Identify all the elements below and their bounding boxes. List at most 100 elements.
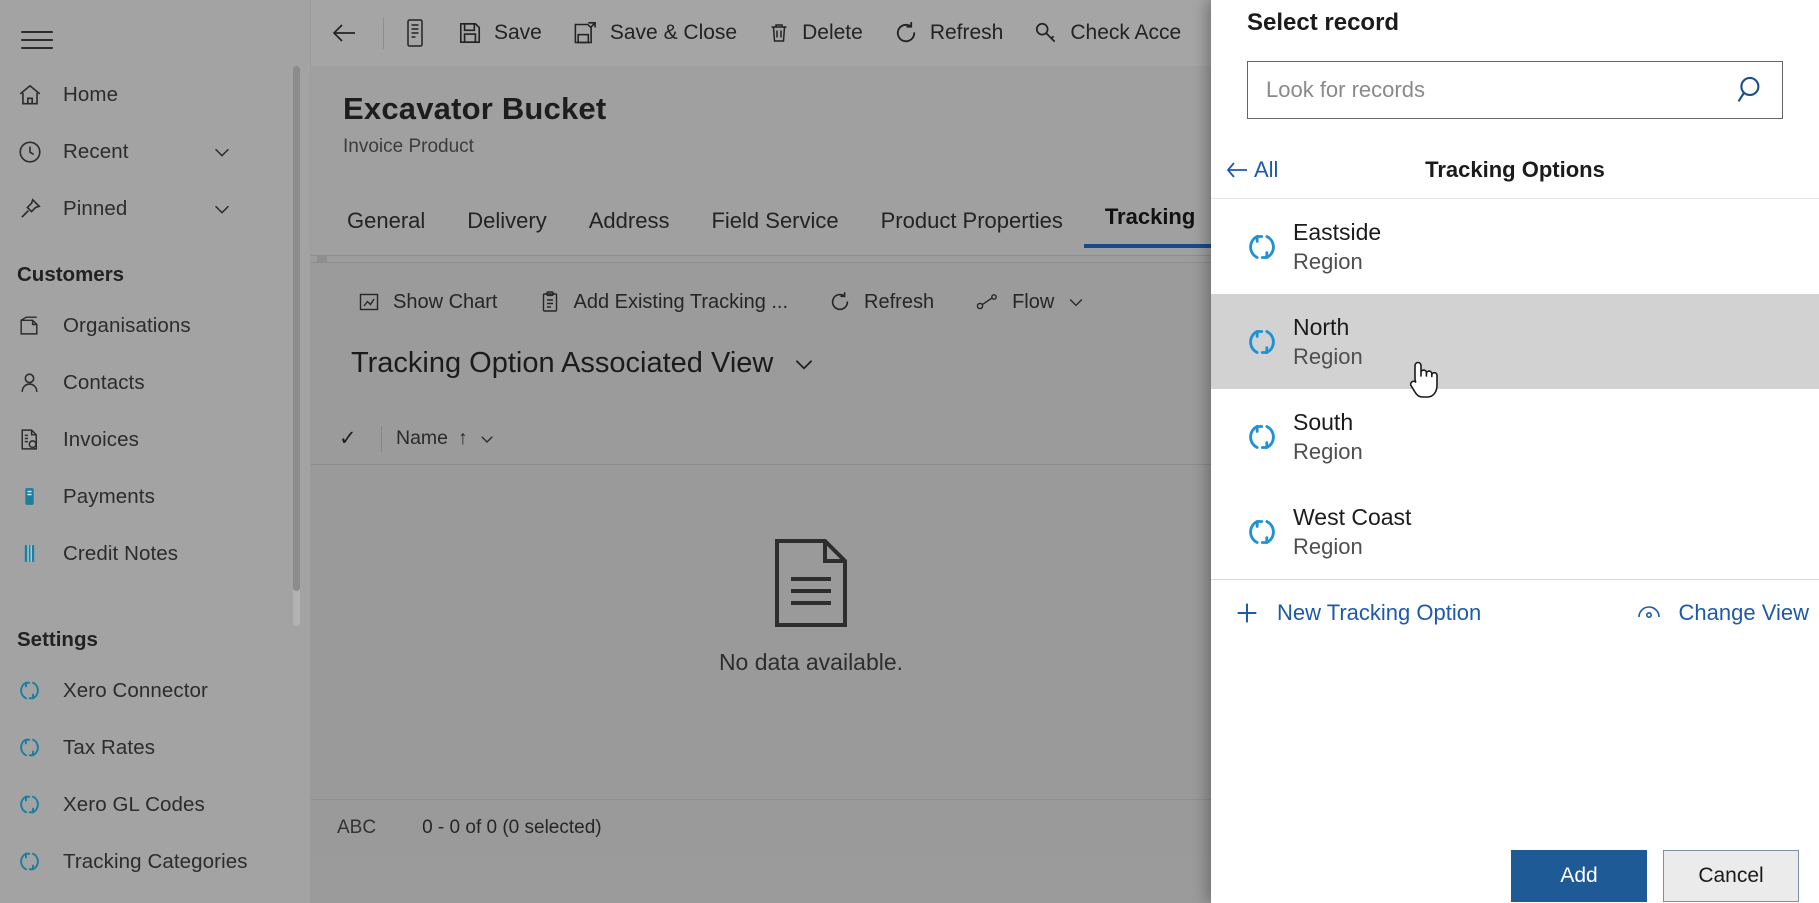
page-title: Excavator Bucket [343, 91, 607, 126]
sidebar-item-pinned[interactable]: Pinned [0, 180, 311, 237]
search-icon[interactable] [1722, 73, 1782, 107]
check-access-button[interactable]: Check Acce [1018, 0, 1196, 66]
sidebar-item-home[interactable]: Home [0, 66, 311, 123]
credit-note-icon [17, 541, 55, 566]
tab-field-service[interactable]: Field Service [690, 208, 859, 248]
chevron-down-icon[interactable] [211, 141, 233, 163]
sidebar-item-recent[interactable]: Recent [0, 123, 311, 180]
tab-tracking[interactable]: Tracking [1083, 204, 1217, 248]
sidebar-item-invoices[interactable]: Invoices [0, 411, 311, 468]
back-arrow-icon [1225, 159, 1251, 181]
list-item-text: West Coast Region [1293, 504, 1411, 560]
sync-icon [1231, 325, 1293, 359]
refresh-icon [828, 290, 852, 314]
command-bar-divider [383, 17, 384, 49]
organisation-icon [17, 313, 55, 338]
sync-icon [1231, 515, 1293, 549]
refresh-button[interactable]: Refresh [878, 0, 1019, 66]
empty-state-message: No data available. [718, 649, 904, 675]
add-button[interactable]: Add [1511, 850, 1647, 902]
flyout-footer: New Tracking Option Change View [1211, 579, 1819, 645]
subgrid-view-selector[interactable]: Tracking Option Associated View [351, 347, 817, 380]
sidebar-item-contacts[interactable]: Contacts [0, 354, 311, 411]
save-and-close-button[interactable]: Save & Close [557, 0, 752, 66]
chevron-down-icon[interactable] [211, 198, 233, 220]
sync-icon [1231, 230, 1293, 264]
select-record-flyout: Select record All [1211, 0, 1819, 903]
record-name: West Coast [1293, 503, 1412, 530]
list-item[interactable]: North Region [1211, 294, 1819, 389]
flow-button[interactable]: Flow [954, 263, 1106, 341]
clock-icon [17, 139, 55, 165]
change-view-button[interactable]: Change View [1635, 600, 1809, 626]
flow-icon [974, 290, 1000, 314]
record-count-label: 0 - 0 of 0 (0 selected) [422, 816, 602, 838]
sidebar-item-tracking-categories[interactable]: Tracking Categories [0, 833, 311, 890]
sidebar-item-label: Credit Notes [63, 541, 179, 565]
chevron-down-icon[interactable] [1066, 292, 1086, 312]
flyout-search-wrapper [1211, 37, 1819, 119]
sync-icon [17, 735, 55, 760]
list-item-text: South Region [1293, 409, 1363, 465]
record-name: North [1293, 313, 1350, 340]
list-item[interactable]: Eastside Region [1211, 199, 1819, 294]
alphabet-index[interactable]: ABC [337, 817, 376, 839]
eye-icon [1635, 602, 1663, 624]
add-existing-tracking-label: Add Existing Tracking ... [573, 290, 789, 313]
column-divider [381, 425, 382, 452]
flyout-view-bar: All Tracking Options [1211, 141, 1819, 199]
chart-icon [357, 290, 381, 314]
sidebar-item-organisations[interactable]: Organisations [0, 297, 311, 354]
flow-label: Flow [1012, 290, 1055, 313]
tab-delivery[interactable]: Delivery [446, 208, 567, 248]
hamburger-icon[interactable] [17, 22, 57, 58]
sidebar-item-credit-notes[interactable]: Credit Notes [0, 525, 311, 582]
list-item[interactable]: South Region [1211, 389, 1819, 484]
back-arrow-icon[interactable] [311, 0, 379, 66]
search-input[interactable] [1248, 77, 1722, 103]
list-item-text: Eastside Region [1293, 219, 1381, 275]
add-existing-icon [538, 290, 562, 314]
add-existing-tracking-button[interactable]: Add Existing Tracking ... [518, 263, 809, 341]
sidebar-item-label: Xero GL Codes [63, 792, 205, 816]
chevron-down-icon[interactable] [791, 351, 817, 377]
sidebar-item-xero-gl-codes[interactable]: Xero GL Codes [0, 776, 311, 833]
chevron-down-icon[interactable] [478, 430, 496, 448]
sidebar-item-xero-connector[interactable]: Xero Connector [0, 662, 311, 719]
save-button[interactable]: Save [442, 0, 557, 66]
sidebar-group-customers: Customers [17, 263, 125, 286]
sidebar-item-label: Recent [63, 139, 129, 163]
record-name: Eastside [1293, 218, 1382, 245]
all-records-back-link[interactable]: All [1211, 157, 1278, 183]
tab-product-properties[interactable]: Product Properties [860, 208, 1084, 248]
column-header-name[interactable]: Name ↑ [396, 427, 496, 450]
show-chart-button[interactable]: Show Chart [337, 263, 518, 341]
select-all-checkbox[interactable]: ✓ [339, 426, 369, 451]
record-search-box[interactable] [1247, 61, 1783, 119]
sync-icon [17, 678, 55, 703]
delete-button[interactable]: Delete [752, 0, 878, 66]
app-root: Home Recent Pinned Customers Organisatio… [0, 0, 1819, 903]
delete-label: Delete [802, 21, 863, 44]
save-label: Save [494, 21, 542, 44]
list-item[interactable]: West Coast Region [1211, 484, 1819, 579]
new-tracking-option-button[interactable]: New Tracking Option [1211, 599, 1481, 627]
form-selector-icon[interactable] [388, 0, 442, 66]
subgrid-refresh-button[interactable]: Refresh [808, 263, 954, 341]
navigation-sidebar: Home Recent Pinned Customers Organisatio… [0, 0, 311, 903]
sidebar-item-label: Tax Rates [63, 735, 156, 759]
flyout-action-buttons: Add Cancel [1211, 837, 1819, 903]
tab-address[interactable]: Address [568, 208, 691, 248]
check-access-label: Check Acce [1070, 21, 1182, 44]
tab-general[interactable]: General [343, 208, 446, 248]
sync-icon [17, 792, 55, 817]
flyout-view-name: Tracking Options [1425, 156, 1605, 182]
sidebar-item-label: Home [63, 82, 119, 106]
cancel-button[interactable]: Cancel [1663, 850, 1799, 902]
key-icon [1033, 20, 1059, 46]
sidebar-item-label: Organisations [63, 313, 191, 337]
flyout-title: Select record [1247, 9, 1400, 36]
sidebar-item-label: Payments [63, 484, 155, 508]
sidebar-item-tax-rates[interactable]: Tax Rates [0, 719, 311, 776]
sidebar-item-payments[interactable]: Payments [0, 468, 311, 525]
